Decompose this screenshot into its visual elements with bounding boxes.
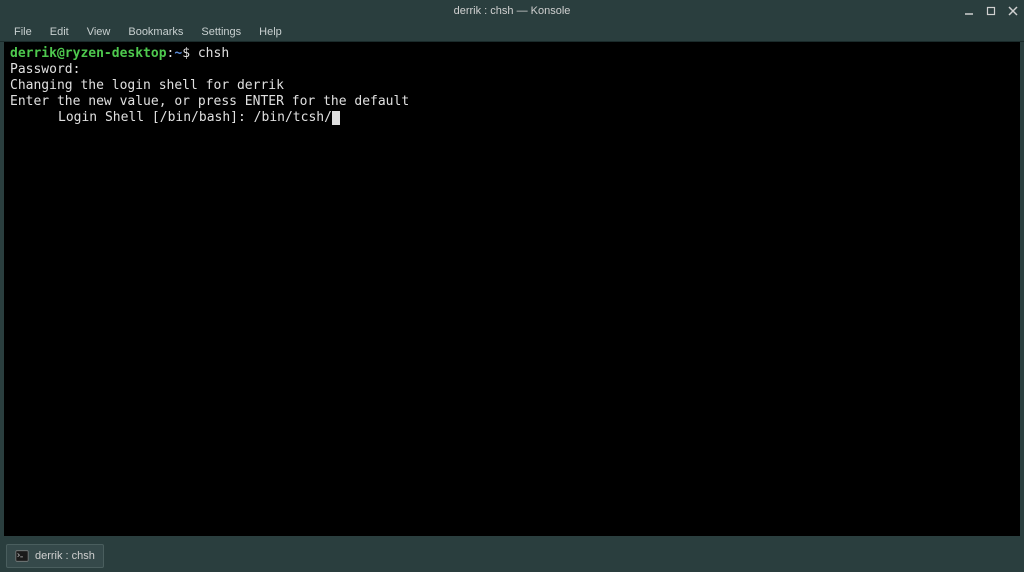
terminal-line-enter: Enter the new value, or press ENTER for … [10, 94, 1014, 110]
menu-bookmarks[interactable]: Bookmarks [120, 24, 191, 40]
terminal-viewport[interactable]: derrik@ryzen-desktop:~$ chsh Password: C… [4, 42, 1020, 536]
menu-settings[interactable]: Settings [193, 24, 249, 40]
titlebar[interactable]: derrik : chsh — Konsole [0, 0, 1024, 22]
terminal-cursor [332, 111, 340, 125]
taskbar-item-label: derrik : chsh [35, 550, 95, 562]
terminal-line-password: Password: [10, 62, 1014, 78]
menubar: File Edit View Bookmarks Settings Help [0, 22, 1024, 42]
window-controls [962, 0, 1020, 22]
menu-view[interactable]: View [79, 24, 119, 40]
close-button[interactable] [1006, 4, 1020, 18]
taskbar: derrik : chsh [0, 540, 1024, 572]
menu-help[interactable]: Help [251, 24, 290, 40]
terminal-line-login-shell: Login Shell [/bin/bash]: /bin/tcsh/ [10, 110, 1014, 126]
maximize-button[interactable] [984, 4, 998, 18]
command-text: chsh [190, 46, 229, 61]
login-shell-input: /bin/tcsh/ [254, 110, 332, 125]
taskbar-item-konsole[interactable]: derrik : chsh [6, 544, 104, 568]
menu-file[interactable]: File [6, 24, 40, 40]
minimize-button[interactable] [962, 4, 976, 18]
terminal-line-changing: Changing the login shell for derrik [10, 78, 1014, 94]
prompt-dollar: $ [182, 46, 190, 61]
terminal-icon [15, 549, 29, 563]
terminal-line-prompt: derrik@ryzen-desktop:~$ chsh [10, 46, 1014, 62]
window-title: derrik : chsh — Konsole [454, 5, 571, 17]
login-shell-prompt: Login Shell [/bin/bash]: [58, 110, 254, 125]
prompt-user-host: derrik@ryzen-desktop [10, 46, 167, 61]
konsole-window: derrik : chsh — Konsole File Edit View B… [0, 0, 1024, 540]
menu-edit[interactable]: Edit [42, 24, 77, 40]
